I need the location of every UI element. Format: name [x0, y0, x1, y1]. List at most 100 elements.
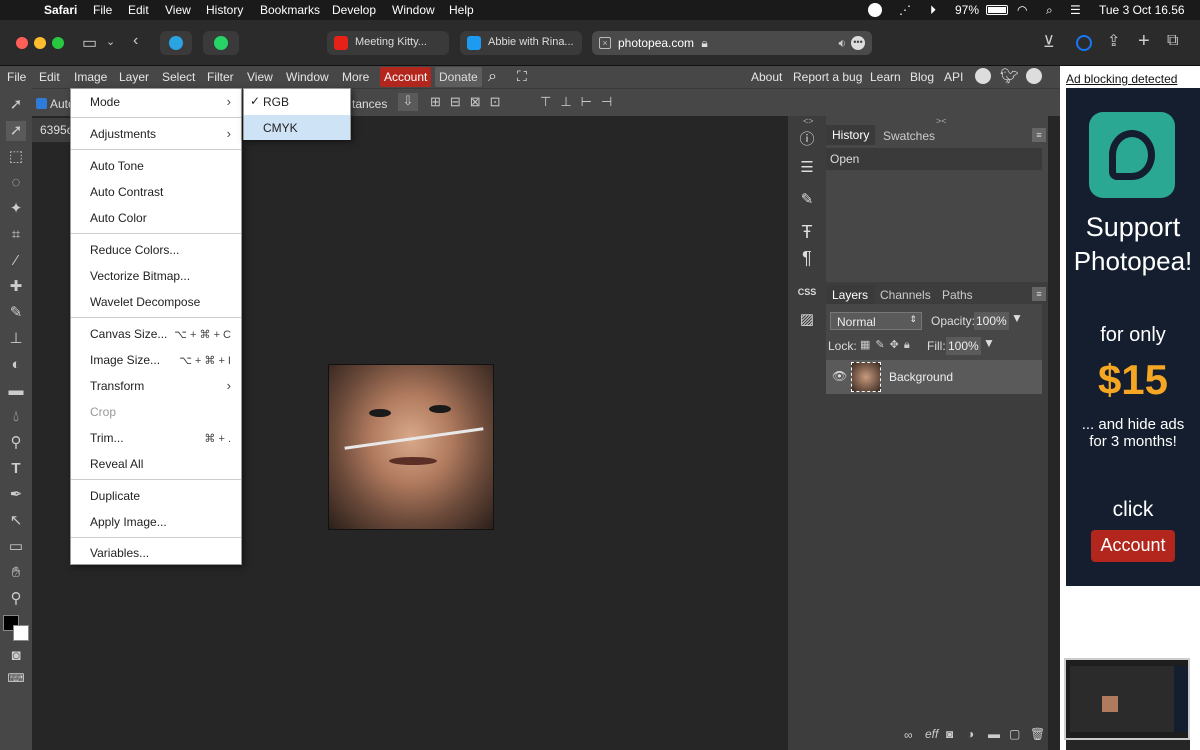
layer-name[interactable]: Background: [889, 370, 953, 384]
menu-item-image-size[interactable]: Image Size... ⌥ + ⌘ + I: [71, 348, 241, 372]
pen-tool-icon[interactable]: ✒: [6, 485, 26, 505]
menu-item-mode[interactable]: Mode ›: [71, 90, 241, 114]
grammarly-icon[interactable]: [868, 3, 882, 17]
donate-button[interactable]: Donate: [435, 67, 482, 87]
menu-item-vectorize-bitmap[interactable]: Vectorize Bitmap...: [71, 264, 241, 288]
menubar-item-bookmarks[interactable]: Bookmarks: [260, 3, 320, 17]
eyedropper-icon[interactable]: ⁄: [6, 251, 26, 271]
align-icons[interactable]: ⊞⊟⊠⊡: [430, 94, 510, 110]
opacity-input[interactable]: 100%: [974, 312, 1009, 330]
opacity-dropdown-icon[interactable]: ▼: [1011, 311, 1023, 325]
menu-item-trim[interactable]: Trim... ⌘ + .: [71, 426, 241, 450]
tab-abbie-with-rina[interactable]: Abbie with Rina...: [460, 31, 582, 55]
healing-brush-icon[interactable]: ✚: [6, 277, 26, 297]
close-window-button[interactable]: [16, 37, 28, 49]
menu-item-duplicate[interactable]: Duplicate: [71, 484, 241, 508]
control-center-icon[interactable]: ☰: [1070, 3, 1081, 17]
pp-menu-edit[interactable]: Edit: [39, 70, 60, 84]
link-icon[interactable]: ∞: [904, 728, 913, 742]
document-tab[interactable]: 6395c: [32, 118, 73, 142]
menu-item-wavelet-decompose[interactable]: Wavelet Decompose: [71, 290, 241, 314]
pp-menu-view[interactable]: View: [247, 70, 273, 84]
menu-item-variables[interactable]: Variables...: [71, 541, 241, 565]
tab-channels[interactable]: Channels: [880, 288, 931, 302]
submenu-item-cmyk[interactable]: CMYK: [244, 115, 350, 140]
image-panel-icon[interactable]: ▨: [792, 308, 822, 332]
brush-tool-icon[interactable]: ✎: [6, 303, 26, 323]
menubar-item-file[interactable]: File: [93, 3, 112, 17]
menu-item-canvas-size[interactable]: Canvas Size... ⌥ + ⌘ + C: [71, 322, 241, 346]
info-icon[interactable]: ⓘ: [792, 128, 822, 152]
css-icon[interactable]: CSS: [792, 280, 822, 304]
new-layer-icon[interactable]: ▢: [1009, 727, 1020, 741]
character-icon[interactable]: Ŧ: [792, 220, 822, 244]
sidebar-icon[interactable]: ▭: [82, 33, 97, 53]
pp-menu-layer[interactable]: Layer: [119, 70, 149, 84]
menubar-item-help[interactable]: Help: [449, 3, 474, 17]
ad-account-button[interactable]: Account: [1091, 530, 1175, 562]
mask-icon[interactable]: ◙: [946, 727, 953, 741]
menu-item-apply-image[interactable]: Apply Image...: [71, 510, 241, 534]
menu-item-reveal-all[interactable]: Reveal All: [71, 452, 241, 476]
menu-item-auto-color[interactable]: Auto Color: [71, 206, 241, 230]
submenu-item-rgb[interactable]: ✓ RGB: [244, 89, 350, 114]
auto-select-checkbox[interactable]: [36, 98, 47, 109]
link-api[interactable]: API: [944, 70, 963, 84]
paragraph-icon[interactable]: ¶: [792, 246, 822, 270]
speaker-icon[interactable]: 🔉︎: [838, 36, 846, 51]
link-about[interactable]: About: [751, 70, 782, 84]
adjustment-icon[interactable]: ◑: [967, 727, 974, 741]
pp-menu-select[interactable]: Select: [162, 70, 195, 84]
marquee-tool-icon[interactable]: ⬚: [6, 147, 26, 167]
menubar-item-edit[interactable]: Edit: [128, 3, 149, 17]
menubar-item-safari[interactable]: Safari: [44, 3, 77, 17]
eraser-icon[interactable]: ◐: [6, 355, 26, 375]
move-tool-active-icon[interactable]: ➚: [6, 121, 26, 141]
transform-controls-icon[interactable]: ⇩: [398, 93, 418, 111]
clock[interactable]: Tue 3 Oct 16.56: [1099, 3, 1185, 17]
search-icon[interactable]: ⌕: [488, 68, 497, 86]
link-learn[interactable]: Learn: [870, 70, 901, 84]
menubar-item-window[interactable]: Window: [392, 3, 435, 17]
fill-input[interactable]: 100%: [946, 337, 981, 355]
blend-mode-select[interactable]: Normal ⇕: [830, 312, 922, 330]
pp-menu-file[interactable]: File: [7, 70, 26, 84]
effects-icon[interactable]: eff: [925, 727, 938, 741]
tab-overview-icon[interactable]: ⧉: [1167, 32, 1178, 50]
pp-menu-image[interactable]: Image: [74, 70, 107, 84]
panel-menu-icon[interactable]: ≡: [1032, 287, 1046, 301]
more-icon[interactable]: •••: [851, 36, 865, 50]
crop-tool-icon[interactable]: ⌗: [6, 225, 26, 245]
trash-icon[interactable]: 🗑︎: [1030, 727, 1045, 741]
address-bar[interactable]: × photopea.com 🔒︎ 🔉︎ •••: [592, 31, 872, 55]
menubar-item-history[interactable]: History: [206, 3, 243, 17]
pp-menu-window[interactable]: Window: [286, 70, 329, 84]
new-tab-icon[interactable]: +: [1138, 30, 1150, 53]
menu-item-adjustments[interactable]: Adjustments ›: [71, 122, 241, 146]
document-image[interactable]: [328, 364, 494, 530]
fullscreen-icon[interactable]: ⛶: [517, 68, 527, 85]
gradient-tool-icon[interactable]: ▬: [6, 381, 26, 401]
menubar-item-view[interactable]: View: [165, 3, 191, 17]
move-tool-icon[interactable]: ➚: [6, 95, 26, 115]
status-menu-icon[interactable]: ⋰: [899, 3, 911, 17]
brush-settings-icon[interactable]: ✎: [792, 188, 822, 212]
tab-paths[interactable]: Paths: [942, 288, 973, 302]
adjustments-icon[interactable]: ☰: [792, 156, 822, 180]
collapse-chevron-icon[interactable]: <>: [803, 116, 814, 126]
dodge-tool-icon[interactable]: ⚲: [6, 433, 26, 453]
account-button[interactable]: Account: [380, 67, 432, 87]
path-select-icon[interactable]: ↖: [6, 511, 26, 531]
magic-wand-icon[interactable]: ✦: [6, 199, 26, 219]
blur-tool-icon[interactable]: 💧︎: [6, 407, 26, 427]
lasso-tool-icon[interactable]: ◌: [6, 173, 26, 193]
distribute-icons[interactable]: ⊤⊥⊢⊣: [540, 94, 621, 110]
downloads-icon[interactable]: ⊻: [1043, 32, 1055, 52]
tab-meeting-kitty[interactable]: Meeting Kitty...: [327, 31, 449, 55]
shape-tool-icon[interactable]: ▭: [6, 537, 26, 557]
quick-mask-icon[interactable]: ◙: [6, 646, 26, 666]
ad-panel[interactable]: Support Photopea! for only $15 ... and h…: [1066, 88, 1200, 586]
type-tool-icon[interactable]: T: [6, 459, 26, 479]
fill-dropdown-icon[interactable]: ▼: [983, 336, 995, 350]
screen-mode-icon[interactable]: ⌨: [6, 668, 26, 688]
